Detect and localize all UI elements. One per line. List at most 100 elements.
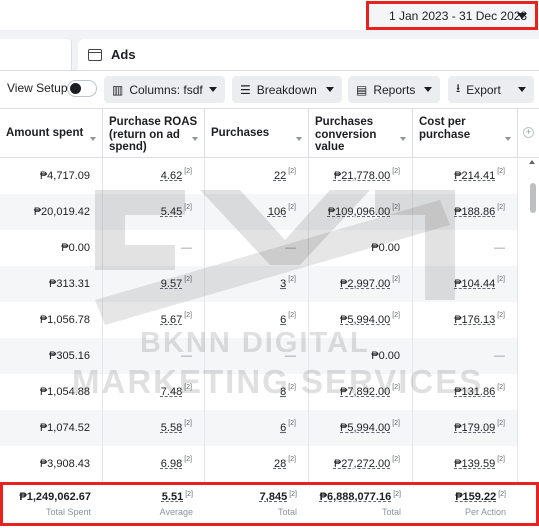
cell-amount-spent: ₱313.31 — [0, 266, 103, 302]
header-purchases[interactable]: Purchases — [205, 109, 309, 158]
cell-conversion-value: ₱21,778.00 [2] — [309, 158, 413, 194]
table-row[interactable]: ₱1,074.52 5.58 [2] 6 [2] ₱5,994.00 [2] ₱179.09[… — [0, 410, 518, 446]
cell-conversion-value: ₱2,997.00 [2] — [309, 266, 413, 302]
vertical-scrollbar[interactable] — [530, 183, 536, 213]
cell-purchases: 8 [2] — [205, 374, 309, 410]
cell-conversion-value: ₱0.00 — [309, 338, 413, 374]
add-column-icon[interactable]: + — [523, 127, 534, 138]
cell-purchase-roas: — — [103, 338, 205, 374]
cell-amount-spent: ₱0.00 — [0, 230, 103, 266]
table-header: Amount spent Purchase ROAS (return on ad… — [0, 108, 539, 158]
header-cost-per-purchase[interactable]: Cost per purchase — [413, 109, 518, 158]
cell-cost-per-purchase: — — [413, 338, 518, 374]
date-range-picker[interactable]: 1 Jan 2023 - 31 Dec 2023 — [366, 1, 538, 30]
total-purchase-roas: 5.51 [2] Average — [159, 491, 193, 517]
cell-amount-spent: ₱20,019.42 — [0, 194, 103, 230]
breakdown-icon: ☰ — [240, 82, 251, 97]
cell-purchase-roas: 7.48 [2] — [103, 374, 205, 410]
header-purchase-roas[interactable]: Purchase ROAS (return on ad spend) — [103, 109, 205, 158]
chevron-down-icon — [518, 87, 526, 92]
export-icon: ⭳ — [456, 81, 461, 95]
view-setup-label: View Setup — [7, 81, 68, 95]
tab-ads-label: Ads — [111, 47, 136, 62]
sort-icon — [90, 137, 96, 141]
cell-purchases: 22 [2] — [205, 158, 309, 194]
top-bar: 1 Jan 2023 - 31 Dec 2023 — [0, 0, 539, 30]
cell-conversion-value: ₱5,994.00 [2] — [309, 410, 413, 446]
table-toolbar: View Setup ▥ Columns: fsdf ☰ Breakdown ▤… — [0, 70, 539, 108]
cell-amount-spent: ₱3,908.43 — [0, 446, 103, 482]
cell-amount-spent: ₱4,717.09 — [0, 158, 103, 194]
columns-button-label: Columns: fsdf — [129, 82, 203, 97]
cell-cost-per-purchase: ₱131.86 [2] — [413, 374, 518, 410]
cell-purchase-roas: — — [103, 230, 205, 266]
header-amount-spent[interactable]: Amount spent — [0, 109, 103, 158]
chevron-down-icon — [517, 13, 527, 19]
table-row[interactable]: ₱20,019.42 5.45 [2] 106 [2] ₱109,096.00 [2] ₱18… — [0, 194, 518, 230]
chevron-down-icon — [326, 87, 334, 92]
cell-amount-spent: ₱1,056.78 — [0, 302, 103, 338]
columns-icon: ▥ — [112, 82, 124, 97]
cell-cost-per-purchase: ₱104.44 [2] — [413, 266, 518, 302]
cell-purchases: — — [205, 230, 309, 266]
date-range-label: 1 Jan 2023 - 31 Dec 2023 — [389, 8, 528, 23]
table-row[interactable]: ₱1,054.88 7.48 [2] 8 [2] ₱7,892.00 [2] ₱131.86[… — [0, 374, 518, 410]
reports-button-label: Reports — [373, 82, 416, 97]
total-purchases: 7,845 [2] Total — [259, 491, 297, 517]
breakdown-button-label: Breakdown — [256, 82, 317, 97]
cell-purchases: 6 [2] — [205, 302, 309, 338]
cell-purchases: 106 [2] — [205, 194, 309, 230]
columns-button[interactable]: ▥ Columns: fsdf — [104, 76, 225, 103]
cell-cost-per-purchase: ₱214.41 [2] — [413, 158, 518, 194]
reports-button[interactable]: ▤ Reports — [348, 76, 440, 103]
sort-icon — [400, 137, 406, 141]
tab-previous[interactable] — [0, 39, 72, 70]
toggle-knob — [70, 83, 81, 94]
chevron-down-icon — [209, 87, 217, 92]
cell-purchases: 28 [2] — [205, 446, 309, 482]
chevron-down-icon — [424, 87, 432, 92]
cell-cost-per-purchase: — — [413, 230, 518, 266]
cell-purchase-roas: 5.45 [2] — [103, 194, 205, 230]
cell-conversion-value: ₱109,096.00 [2] — [309, 194, 413, 230]
table-row[interactable]: ₱313.31 9.57 [2] 3 [2] ₱2,997.00 [2] ₱104.44 [2] — [0, 266, 518, 302]
ads-table: Amount spent Purchase ROAS (return on ad… — [0, 108, 539, 528]
total-conversion-value: ₱6,888,077.16 [2] Total — [319, 491, 401, 517]
cell-cost-per-purchase: ₱179.09 [2] — [413, 410, 518, 446]
view-setup-toggle[interactable] — [67, 80, 97, 97]
cell-purchases: 6 [2] — [205, 410, 309, 446]
breakdown-button[interactable]: ☰ Breakdown — [232, 76, 342, 103]
scroll-up-arrow-icon[interactable] — [529, 160, 535, 164]
total-cost-per-purchase: ₱159.22 [2] Per Action — [455, 491, 506, 517]
cell-purchase-roas: 4.62 [2] — [103, 158, 205, 194]
export-button[interactable]: ⭳ Export — [448, 76, 534, 103]
sort-icon — [505, 137, 511, 141]
header-purchases-conversion-value[interactable]: Purchases conversion value — [309, 109, 413, 158]
cell-purchase-roas: 9.57 [2] — [103, 266, 205, 302]
table-row[interactable]: ₱305.16— — ₱0.00— — [0, 338, 518, 374]
sort-icon — [296, 137, 302, 141]
cell-cost-per-purchase: ₱188.86 [2] — [413, 194, 518, 230]
cell-amount-spent: ₱1,054.88 — [0, 374, 103, 410]
export-button-label: Export — [466, 82, 501, 97]
table-row[interactable]: ₱1,056.78 5.67 [2] 6 [2] ₱5,994.00 [2] ₱176.13[… — [0, 302, 518, 338]
ads-panel-icon — [88, 48, 102, 61]
cell-conversion-value: ₱0.00 — [309, 230, 413, 266]
cell-purchase-roas: 5.58 [2] — [103, 410, 205, 446]
cell-purchases: — — [205, 338, 309, 374]
cell-amount-spent: ₱305.16 — [0, 338, 103, 374]
cell-conversion-value: ₱27,272.00 [2] — [309, 446, 413, 482]
cell-cost-per-purchase: ₱139.59 [2] — [413, 446, 518, 482]
table-row[interactable]: ₱0.00— — ₱0.00— — [0, 230, 518, 266]
cell-conversion-value: ₱5,994.00 [2] — [309, 302, 413, 338]
table-row[interactable]: ₱4,717.09 4.62 [2] 22 [2] ₱21,778.00 [2] ₱214.4… — [0, 158, 518, 194]
table-row[interactable]: ₱3,908.43 6.98 [2] 28 [2] ₱27,272.00 [2] ₱139.5… — [0, 446, 518, 482]
tabs-row: Ads — [0, 30, 539, 70]
cell-amount-spent: ₱1,074.52 — [0, 410, 103, 446]
sort-icon — [192, 137, 198, 141]
totals-row: ₱1,249,062.67 Total Spent 5.51 [2] Averag… — [0, 482, 539, 526]
tab-ads[interactable]: Ads — [78, 39, 539, 70]
cell-conversion-value: ₱7,892.00 [2] — [309, 374, 413, 410]
total-amount-spent: ₱1,249,062.67 Total Spent — [19, 491, 91, 517]
cell-purchases: 3 [2] — [205, 266, 309, 302]
